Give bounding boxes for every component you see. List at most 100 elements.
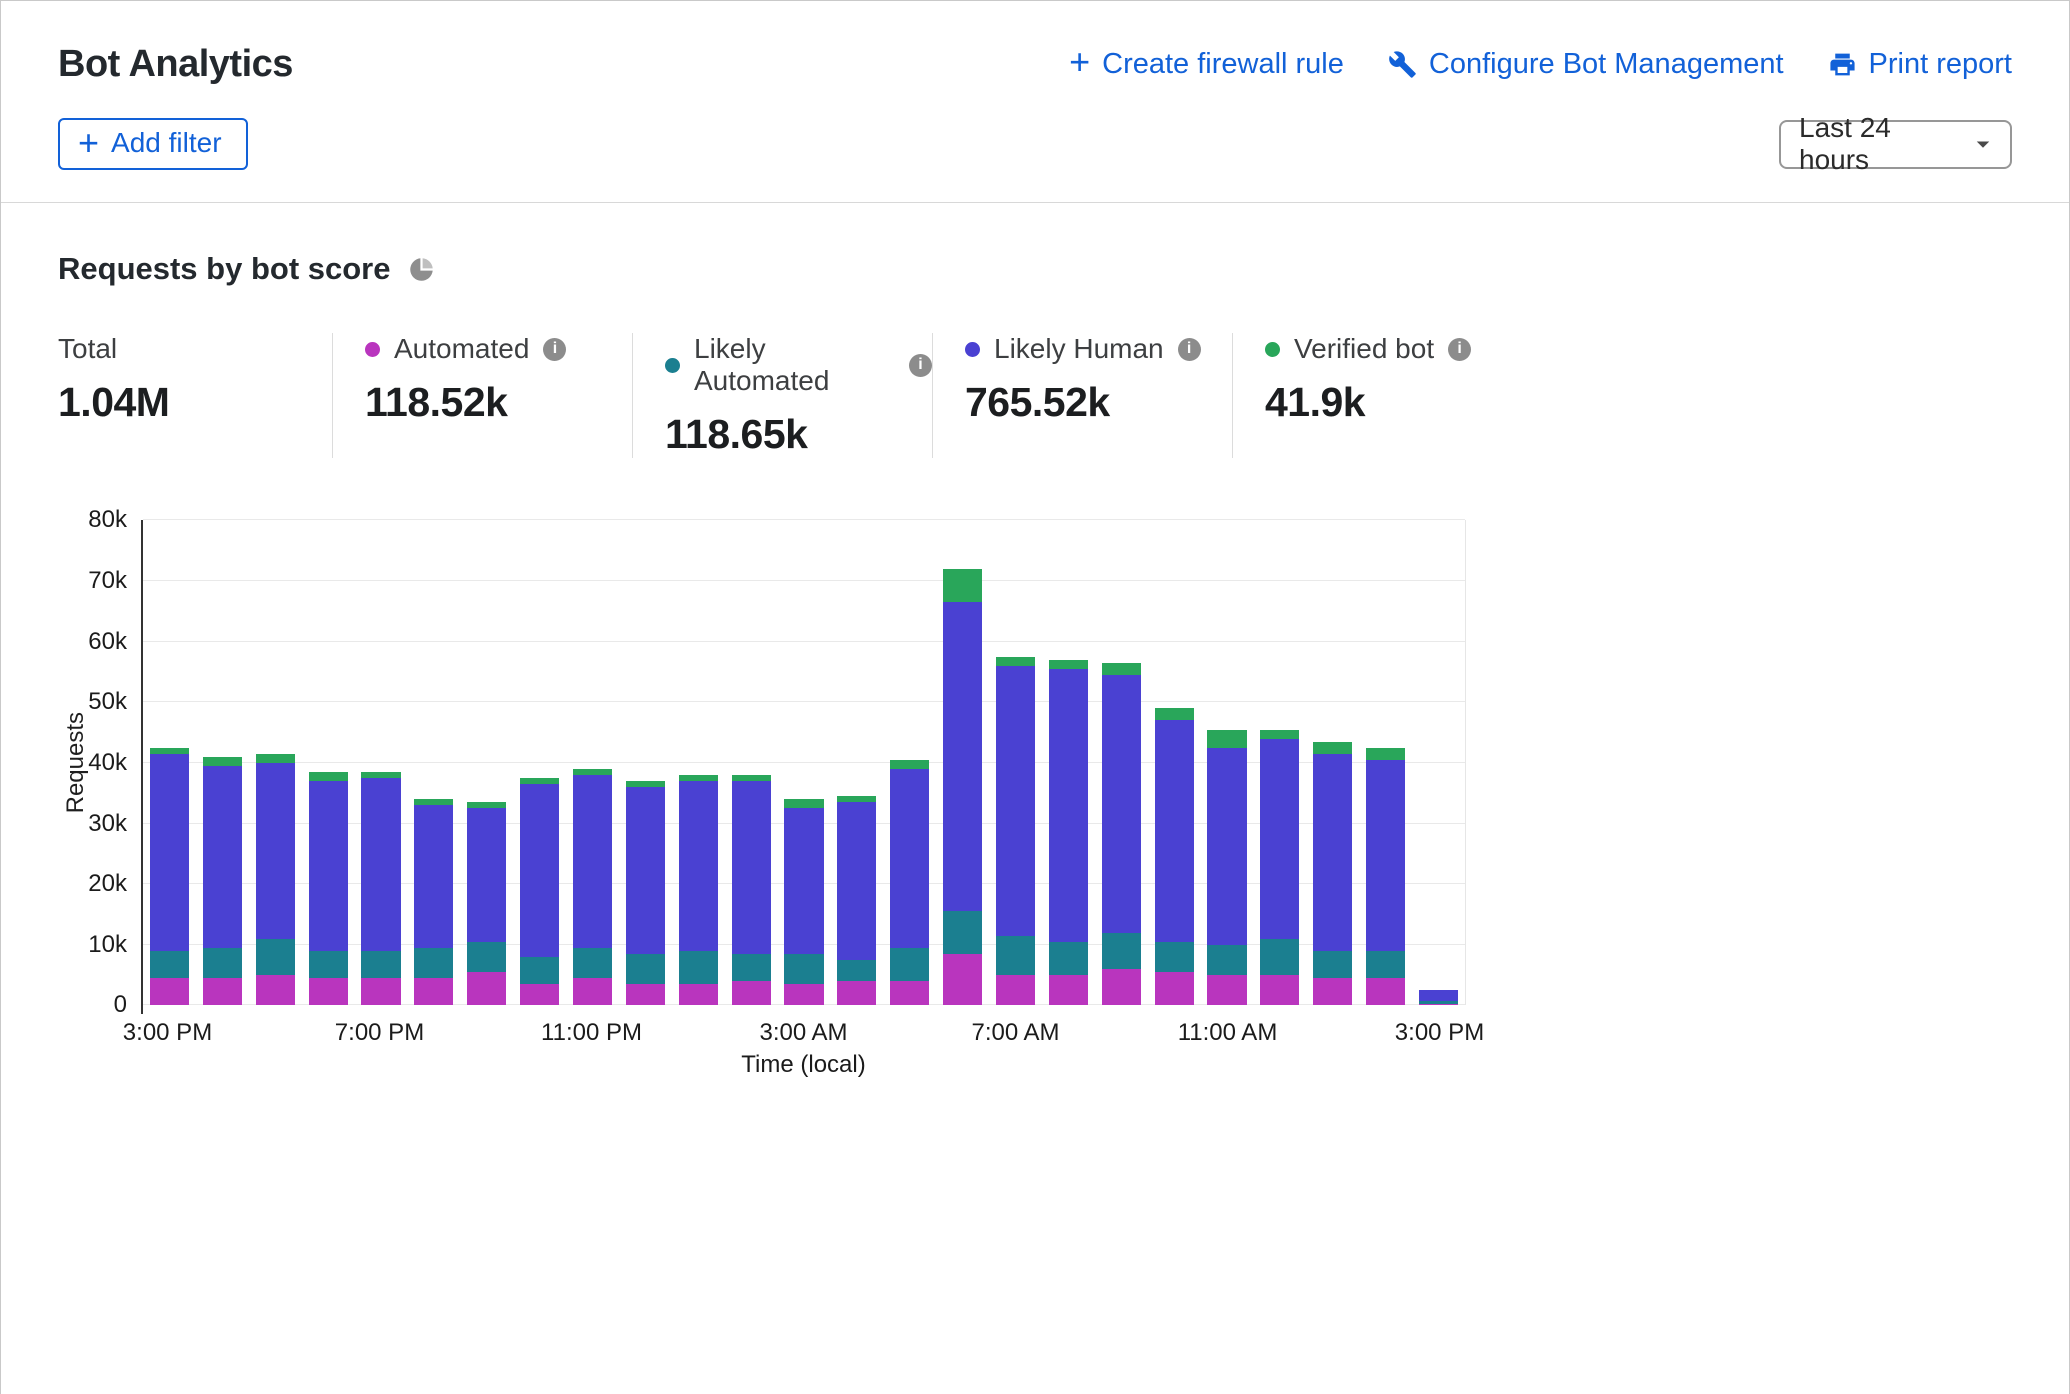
chart-bar[interactable] [203,520,242,1005]
bar-segment-likely-automated[interactable] [256,939,295,975]
chart-bar[interactable] [626,520,665,1005]
bar-segment-automated[interactable] [996,975,1035,1005]
chart-bar[interactable] [1419,520,1458,1005]
bar-segment-likely-automated[interactable] [943,911,982,953]
bar-segment-likely-automated[interactable] [732,954,771,981]
chart-bar[interactable] [679,520,718,1005]
bar-segment-likely-automated[interactable] [679,951,718,984]
chart-bar[interactable] [361,520,400,1005]
chart-bar[interactable] [467,520,506,1005]
configure-bot-management-link[interactable]: Configure Bot Management [1388,48,1784,81]
info-icon[interactable]: i [1448,338,1471,361]
bar-segment-likely-automated[interactable] [996,936,1035,975]
chart-bar[interactable] [943,520,982,1005]
bar-segment-automated[interactable] [414,978,453,1005]
bar-segment-likely-automated[interactable] [837,960,876,981]
bar-segment-likely-human[interactable] [361,778,400,951]
chart-bar[interactable] [784,520,823,1005]
bar-segment-likely-automated[interactable] [1260,939,1299,975]
bar-segment-likely-automated[interactable] [1366,951,1405,978]
bar-segment-automated[interactable] [361,978,400,1005]
print-report-link[interactable]: Print report [1828,48,2012,81]
bar-segment-likely-human[interactable] [626,787,665,954]
plot-area[interactable] [141,520,1466,1005]
bar-segment-likely-human[interactable] [732,781,771,954]
bar-segment-likely-human[interactable] [837,802,876,960]
bar-segment-likely-automated[interactable] [520,957,559,984]
chart-bar[interactable] [890,520,929,1005]
chart-bar[interactable] [837,520,876,1005]
bar-segment-automated[interactable] [520,984,559,1005]
chart-bar[interactable] [1102,520,1141,1005]
bar-segment-likely-human[interactable] [1102,675,1141,933]
bar-segment-likely-human[interactable] [573,775,612,948]
bar-segment-automated[interactable] [150,978,189,1005]
bar-segment-likely-human[interactable] [1366,760,1405,951]
info-icon[interactable]: i [1178,338,1201,361]
create-firewall-rule-link[interactable]: + Create firewall rule [1069,48,1344,81]
bar-segment-likely-human[interactable] [784,808,823,954]
bar-segment-likely-human[interactable] [890,769,929,948]
bar-segment-automated[interactable] [1207,975,1246,1005]
bar-segment-verified-bot[interactable] [1207,730,1246,748]
bar-segment-likely-human[interactable] [414,805,453,947]
chart-bar[interactable] [256,520,295,1005]
bar-segment-likely-automated[interactable] [1155,942,1194,972]
bar-segment-verified-bot[interactable] [256,754,295,763]
bar-segment-automated[interactable] [256,975,295,1005]
pie-chart-icon[interactable] [408,256,435,283]
bar-segment-likely-automated[interactable] [1207,945,1246,975]
time-range-select[interactable]: Last 24 hours [1779,120,2012,169]
bar-segment-likely-human[interactable] [1313,754,1352,951]
bar-segment-verified-bot[interactable] [1155,708,1194,720]
chart-bar[interactable] [996,520,1035,1005]
bar-segment-verified-bot[interactable] [784,799,823,808]
bar-segment-likely-automated[interactable] [203,948,242,978]
bar-segment-automated[interactable] [203,978,242,1005]
bar-segment-likely-automated[interactable] [414,948,453,978]
bar-segment-likely-human[interactable] [1207,748,1246,945]
bar-segment-automated[interactable] [679,984,718,1005]
bar-segment-verified-bot[interactable] [943,569,982,602]
bar-segment-automated[interactable] [309,978,348,1005]
bar-segment-likely-automated[interactable] [784,954,823,984]
chart-bar[interactable] [1313,520,1352,1005]
bar-segment-verified-bot[interactable] [890,760,929,769]
bar-segment-likely-human[interactable] [679,781,718,951]
bar-segment-likely-human[interactable] [520,784,559,957]
bar-segment-automated[interactable] [1260,975,1299,1005]
chart-bar[interactable] [1155,520,1194,1005]
bar-segment-likely-automated[interactable] [1102,933,1141,969]
chart-bar[interactable] [1366,520,1405,1005]
bar-segment-verified-bot[interactable] [309,772,348,781]
bar-segment-verified-bot[interactable] [1260,730,1299,739]
bar-segment-likely-automated[interactable] [1313,951,1352,978]
bar-segment-likely-automated[interactable] [1049,942,1088,975]
bar-segment-automated[interactable] [784,984,823,1005]
bar-segment-automated[interactable] [1155,972,1194,1005]
bar-segment-likely-human[interactable] [467,808,506,941]
bar-segment-automated[interactable] [837,981,876,1005]
chart-bar[interactable] [520,520,559,1005]
bar-segment-automated[interactable] [1102,969,1141,1005]
bar-segment-likely-human[interactable] [943,602,982,911]
bar-segment-likely-automated[interactable] [467,942,506,972]
bar-segment-likely-human[interactable] [1155,720,1194,941]
bar-segment-verified-bot[interactable] [203,757,242,766]
bar-segment-likely-human[interactable] [1049,669,1088,942]
add-filter-button[interactable]: + Add filter [58,118,248,170]
bar-segment-likely-automated[interactable] [361,951,400,978]
bar-segment-verified-bot[interactable] [996,657,1035,666]
chart-bar[interactable] [1049,520,1088,1005]
bar-segment-automated[interactable] [1366,978,1405,1005]
bar-segment-likely-automated[interactable] [626,954,665,984]
bar-segment-automated[interactable] [1313,978,1352,1005]
bar-segment-automated[interactable] [890,981,929,1005]
bar-segment-likely-human[interactable] [309,781,348,951]
bar-segment-automated[interactable] [943,954,982,1006]
bar-segment-automated[interactable] [626,984,665,1005]
chart-bar[interactable] [309,520,348,1005]
chart-bar[interactable] [732,520,771,1005]
bar-segment-verified-bot[interactable] [1366,748,1405,760]
info-icon[interactable]: i [543,338,566,361]
